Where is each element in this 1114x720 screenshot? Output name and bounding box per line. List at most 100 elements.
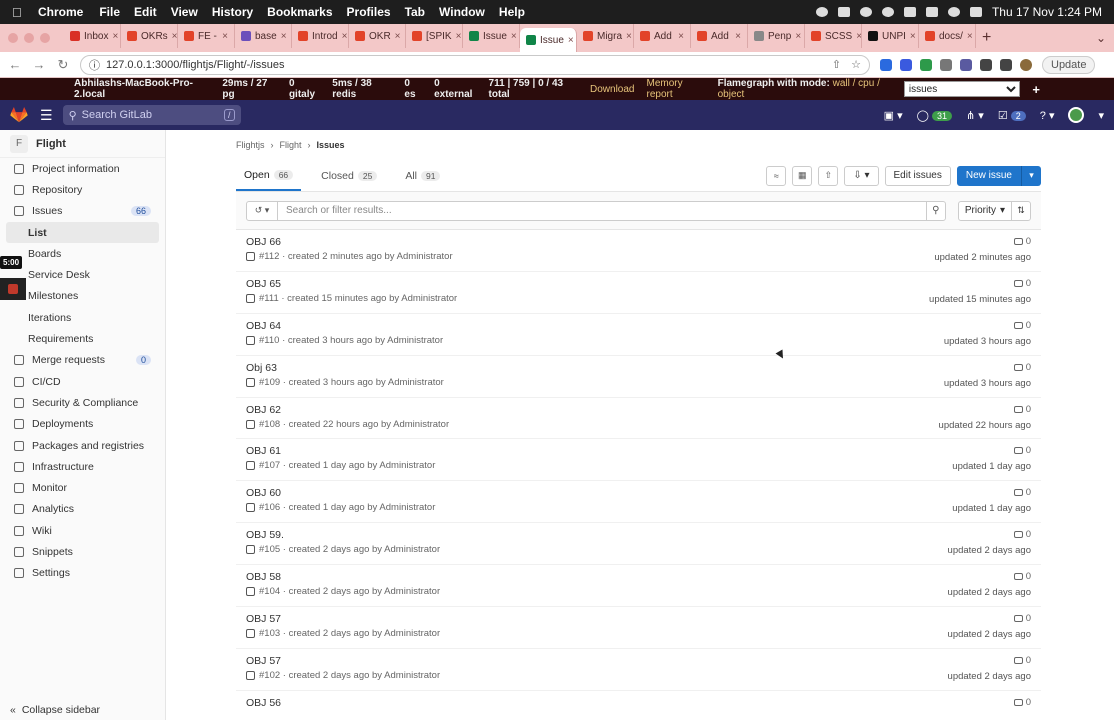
sidebar-item-merge-requests[interactable]: Merge requests 0 xyxy=(0,350,165,371)
browser-tab[interactable]: docs/ × xyxy=(919,24,976,48)
extension-icon[interactable] xyxy=(920,58,932,71)
browser-tab[interactable]: Migra × xyxy=(577,24,634,48)
comments-count[interactable]: 0 xyxy=(1013,362,1031,373)
close-tab-icon[interactable]: × xyxy=(222,31,228,42)
add-request-icon[interactable]: + xyxy=(1032,82,1040,97)
settings-icon[interactable] xyxy=(859,7,872,17)
sidepanel-icon[interactable] xyxy=(1000,58,1012,71)
sidebar-item-requirements[interactable]: Requirements xyxy=(0,328,165,349)
tab-open[interactable]: Open 66 xyxy=(236,160,302,191)
filter-search-icon[interactable]: ⚲ xyxy=(925,200,946,221)
sort-dropdown[interactable]: Priority ▾ xyxy=(957,200,1012,221)
close-tab-icon[interactable]: × xyxy=(568,35,574,46)
menu-history[interactable]: History xyxy=(212,5,253,19)
browser-tab[interactable]: Add × xyxy=(634,24,691,48)
close-tab-icon[interactable]: × xyxy=(112,31,118,42)
app-menu[interactable]: Chrome xyxy=(38,5,83,19)
control-center-icon[interactable] xyxy=(969,7,982,17)
tab-closed[interactable]: Closed 25 xyxy=(313,160,385,191)
issue-row[interactable]: OBJ 62 #108 · created 22 hours ago by Adm… xyxy=(236,398,1041,440)
issue-title[interactable]: OBJ 60 xyxy=(246,487,1031,499)
extension-icon[interactable] xyxy=(940,58,952,71)
perf-es[interactable]: 0 es xyxy=(404,78,422,100)
reload-icon[interactable]: ↻ xyxy=(56,57,70,73)
apple-icon[interactable]:  xyxy=(12,5,26,20)
comments-count[interactable]: 0 xyxy=(1013,571,1031,582)
issue-title[interactable]: OBJ 59. xyxy=(246,529,1031,541)
close-tab-icon[interactable]: × xyxy=(735,31,741,42)
search-input[interactable]: ⚲ Search GitLab / xyxy=(62,105,241,125)
issue-title[interactable]: OBJ 62 xyxy=(246,404,1031,416)
extension-icon[interactable] xyxy=(960,58,972,71)
issue-title[interactable]: Obj 63 xyxy=(246,362,1031,374)
close-tab-icon[interactable]: × xyxy=(395,31,401,42)
request-select[interactable]: issues xyxy=(903,81,1021,97)
import-dropdown[interactable]: ⇩ ▾ xyxy=(844,165,879,186)
menu-tab[interactable]: Tab xyxy=(405,5,425,19)
clock[interactable]: Thu 17 Nov 1:24 PM xyxy=(992,5,1102,19)
sidebar-item-boards[interactable]: Boards xyxy=(0,243,165,264)
update-button[interactable]: Update xyxy=(1042,55,1096,74)
memory-report-link[interactable]: Memory report xyxy=(647,78,706,100)
issue-title[interactable]: OBJ 65 xyxy=(246,278,1031,290)
sidebar-item-security-compliance[interactable]: Security & Compliance xyxy=(0,392,165,413)
comments-count[interactable]: 0 xyxy=(1013,320,1031,331)
comments-count[interactable]: 0 xyxy=(1013,697,1031,708)
recent-searches-dropdown[interactable]: ↺ ▾ xyxy=(246,200,278,221)
sidebar-item-project-information[interactable]: Project information xyxy=(0,158,165,179)
issue-title[interactable]: OBJ 57 xyxy=(246,655,1031,667)
battery-icon[interactable] xyxy=(903,7,916,17)
stop-recording-button[interactable] xyxy=(0,278,26,300)
filter-input[interactable]: Search or filter results... xyxy=(277,200,927,221)
comments-count[interactable]: 0 xyxy=(1013,445,1031,456)
merge-requests-icon[interactable]: ⋔ ▾ xyxy=(966,109,984,122)
browser-tab[interactable]: OKR × xyxy=(349,24,406,48)
browser-tab[interactable]: Introd × xyxy=(292,24,349,48)
browser-tab[interactable]: SCSS × xyxy=(805,24,862,48)
minimize-window-icon[interactable] xyxy=(24,33,34,43)
create-new-icon[interactable]: ▣ ▾ xyxy=(884,109,903,122)
issue-title[interactable]: OBJ 61 xyxy=(246,445,1031,457)
sidebar-item-snippets[interactable]: Snippets xyxy=(0,541,165,562)
browser-tab[interactable]: Issue × xyxy=(520,28,577,52)
sidebar-item-iterations[interactable]: Iterations xyxy=(0,307,165,328)
todos-shortcut[interactable]: ☑ 2 xyxy=(998,109,1026,122)
issue-title[interactable]: OBJ 64 xyxy=(246,320,1031,332)
issue-row[interactable]: OBJ 65 #111 · created 15 minutes ago by A… xyxy=(236,272,1041,314)
puzzle-icon[interactable] xyxy=(980,58,992,71)
browser-tab[interactable]: Add × xyxy=(691,24,748,48)
bookmark-star-icon[interactable]: ☆ xyxy=(851,58,861,71)
issue-title[interactable]: OBJ 58 xyxy=(246,571,1031,583)
search-icon[interactable] xyxy=(947,7,960,17)
menu-view[interactable]: View xyxy=(171,5,198,19)
forward-icon[interactable]: → xyxy=(32,57,46,72)
share-icon[interactable]: ⇧ xyxy=(832,58,841,71)
perf-redis[interactable]: 5ms / 38 redis xyxy=(332,78,392,100)
sidebar-item-settings[interactable]: Settings xyxy=(0,563,165,584)
sidebar-item-infrastructure[interactable]: Infrastructure xyxy=(0,456,165,477)
collapse-sidebar-button[interactable]: « Collapse sidebar xyxy=(10,704,100,716)
perf-external[interactable]: 0 external xyxy=(434,78,476,100)
close-tab-icon[interactable]: × xyxy=(795,31,801,42)
issue-row[interactable]: OBJ 57 #102 · created 2 days ago by Admin… xyxy=(236,649,1041,691)
issue-row[interactable]: OBJ 58 #104 · created 2 days ago by Admin… xyxy=(236,565,1041,608)
chevron-down-icon[interactable]: ▾ xyxy=(1098,109,1104,122)
issue-title[interactable]: OBJ 57 xyxy=(246,613,1031,625)
close-tab-icon[interactable]: × xyxy=(172,31,177,42)
menu-icon[interactable]: ☰ xyxy=(40,107,53,124)
tab-all[interactable]: All 91 xyxy=(397,160,448,191)
url-field[interactable]: ⓘ 127.0.0.1:3000/flightjs/Flight/-/issue… xyxy=(80,54,870,75)
status-icon[interactable] xyxy=(837,7,850,17)
breadcrumb-current[interactable]: Issues xyxy=(317,140,345,150)
comments-count[interactable]: 0 xyxy=(1013,278,1031,289)
project-header[interactable]: F Flight xyxy=(0,130,165,158)
help-icon[interactable]: ? ▾ xyxy=(1040,109,1055,122)
sidebar-item-wiki[interactable]: Wiki xyxy=(0,520,165,541)
browser-tab[interactable]: Issue × xyxy=(463,24,520,48)
extension-icon[interactable] xyxy=(900,58,912,71)
perf-pg[interactable]: 29ms / 27 pg xyxy=(222,78,277,100)
sidebar-item-ci-cd[interactable]: CI/CD xyxy=(0,371,165,392)
close-tab-icon[interactable]: × xyxy=(910,31,916,42)
sidebar-item-issues[interactable]: Issues 66 xyxy=(0,201,165,222)
browser-tab[interactable]: base × xyxy=(235,24,292,48)
